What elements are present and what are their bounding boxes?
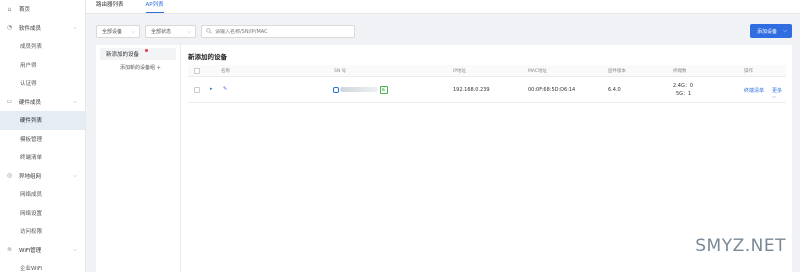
status-filter-select[interactable]: 全部状态 ⌵ <box>145 25 196 38</box>
table-title: 新添加的设备 <box>188 53 227 61</box>
software-members-icon: ◔ <box>6 24 13 32</box>
sidebar-item-home[interactable]: ⌂ 首页 <box>0 0 85 19</box>
sidebar-item-sub-6[interactable]: 硬件列表 <box>0 111 85 130</box>
table-row[interactable]: ▸ ✎ 新 192.168.0.239 00:0F:68:5D:D6:14 6.… <box>188 78 786 103</box>
firmware-cell: 6.4.0 <box>608 87 621 93</box>
terminal-list-link[interactable]: 终端清单 <box>744 87 764 94</box>
table-header: 名称 SN 号 IP地址 MAC地址 固件版本 终端数 操作 <box>188 65 786 77</box>
sidebar-item-label: 硬件列表 <box>20 118 43 125</box>
terminals-5g: 5G：1 <box>676 91 692 97</box>
sidebar-item-sub-12[interactable]: 访问权限 <box>0 222 85 241</box>
sn-cell: 新 <box>333 86 388 94</box>
add-device-label: 添加设备 <box>757 28 778 35</box>
tab-router-list[interactable]: 路由器列表 <box>96 0 124 13</box>
col-terminals: 终端数 <box>673 69 687 74</box>
sidebar-item-wifi[interactable]: ≋ WiFi管理 ⌵ <box>0 241 85 260</box>
chevron-down-icon: ⌵ <box>772 94 776 100</box>
add-device-button[interactable]: 添加设备 ⌵ <box>750 24 792 38</box>
sidebar-item-sub-11[interactable]: 网络设置 <box>0 204 85 223</box>
main-area: 路由器列表 AP列表 全部设备 ⌵ 全部状态 ⌵ 添加设备 ⌵ 新添加的设备 <box>86 0 800 272</box>
home-icon: ⌂ <box>7 5 12 13</box>
sidebar-item-sub-10[interactable]: 网络成员 <box>0 185 85 204</box>
chevron-down-icon: ⌵ <box>73 246 77 253</box>
more-menu-button[interactable]: 更多 ⌵ <box>772 87 786 100</box>
chevron-down-icon: ⌵ <box>187 28 191 35</box>
search-box[interactable] <box>201 25 355 38</box>
terminals-24g: 2.4G：0 <box>673 83 694 89</box>
group-panel: 新添加的设备 添加新的设备组 + <box>96 45 181 272</box>
sidebar-item-label: 网络成员 <box>20 192 43 199</box>
col-ip: IP地址 <box>453 69 467 74</box>
sidebar-item-label: 模板管理 <box>20 136 43 143</box>
chevron-down-icon: ⌵ <box>783 28 787 34</box>
sidebar-item-label: 用户得 <box>20 62 37 69</box>
edit-icon[interactable]: ✎ <box>223 86 227 92</box>
col-actions: 操作 <box>744 69 753 74</box>
sn-redacted <box>340 87 378 92</box>
sidebar-item-label: 异地组网 <box>19 173 42 180</box>
sidebar-item-sub-8[interactable]: 终端清单 <box>0 148 85 167</box>
ip-cell: 192.168.0.239 <box>453 87 490 93</box>
sidebar-item-label: WiFi管理 <box>19 247 42 254</box>
filter-bar: 全部设备 ⌵ 全部状态 ⌵ 添加设备 ⌵ <box>96 23 792 40</box>
sidebar-item-label: 企业WiFi <box>20 266 43 272</box>
col-sn: SN 号 <box>334 69 347 74</box>
status-filter-value: 全部状态 <box>151 29 172 35</box>
sidebar-item-label: 成员列表 <box>20 44 43 51</box>
sidebar-item-sub-2[interactable]: 成员列表 <box>0 37 85 56</box>
add-group-link[interactable]: 添加新的设备组 + <box>100 61 176 73</box>
sidebar-item-sub-3[interactable]: 用户得 <box>0 56 85 75</box>
select-all-checkbox[interactable] <box>194 68 200 74</box>
sidebar-item-hardware-members[interactable]: ▭ 硬件成员 ⌵ <box>0 93 85 112</box>
tab-ap-list[interactable]: AP列表 <box>145 0 164 13</box>
sidebar-item-label: 硬件成员 <box>19 99 42 106</box>
device-filter-select[interactable]: 全部设备 ⌵ <box>96 25 140 38</box>
new-badge-dot <box>145 49 148 52</box>
group-item-label: 新添加的设备 <box>106 52 140 58</box>
new-tag: 新 <box>379 86 388 94</box>
sidebar-item-label: 网络设置 <box>20 210 43 217</box>
row-checkbox[interactable] <box>194 87 200 93</box>
search-input[interactable] <box>215 28 354 35</box>
sidebar: ⌂ 首页 ◔ 软件成员 ⌵ 成员列表用户得认证得 ▭ 硬件成员 ⌵ 硬件列表模板管理终端清单 ◎ 异地… <box>0 0 86 272</box>
wifi-icon: ≋ <box>6 246 13 254</box>
chevron-down-icon: ⌵ <box>131 28 135 35</box>
sidebar-item-sub-14[interactable]: 企业WiFi <box>0 259 85 272</box>
group-item-new-devices[interactable]: 新添加的设备 <box>100 48 176 60</box>
watermark: SMYZ.NET <box>695 236 786 256</box>
chevron-down-icon: ⌵ <box>73 172 77 179</box>
col-name: 名称 <box>221 69 230 74</box>
hardware-members-icon: ▭ <box>6 98 13 106</box>
chevron-down-icon: ⌵ <box>73 98 77 105</box>
mac-cell: 00:0F:68:5D:D6:14 <box>528 87 576 93</box>
sidebar-item-remote-network[interactable]: ◎ 异地组网 ⌵ <box>0 167 85 186</box>
col-firmware: 固件版本 <box>608 69 626 74</box>
col-mac: MAC地址 <box>528 69 548 74</box>
device-filter-value: 全部设备 <box>102 29 123 35</box>
sidebar-item-label: 软件成员 <box>19 25 42 32</box>
sidebar-item-label: 首页 <box>19 7 31 14</box>
search-icon <box>206 27 212 36</box>
id-icon <box>333 86 339 93</box>
sidebar-item-label: 认证得 <box>20 81 37 88</box>
tab-bar: 路由器列表 AP列表 <box>86 0 800 14</box>
remote-network-icon: ◎ <box>6 172 13 180</box>
sidebar-item-label: 终端清单 <box>20 155 43 162</box>
chevron-down-icon: ⌵ <box>73 24 77 31</box>
content-card: 新添加的设备 添加新的设备组 + 新添加的设备 名称 SN 号 IP地址 MAC… <box>96 45 792 272</box>
sidebar-item-sub-4[interactable]: 认证得 <box>0 74 85 93</box>
sidebar-item-sub-7[interactable]: 模板管理 <box>0 130 85 149</box>
expand-arrow-icon[interactable]: ▸ <box>210 86 213 92</box>
sidebar-item-software-members[interactable]: ◔ 软件成员 ⌵ <box>0 19 85 38</box>
sidebar-item-label: 访问权限 <box>20 229 43 236</box>
